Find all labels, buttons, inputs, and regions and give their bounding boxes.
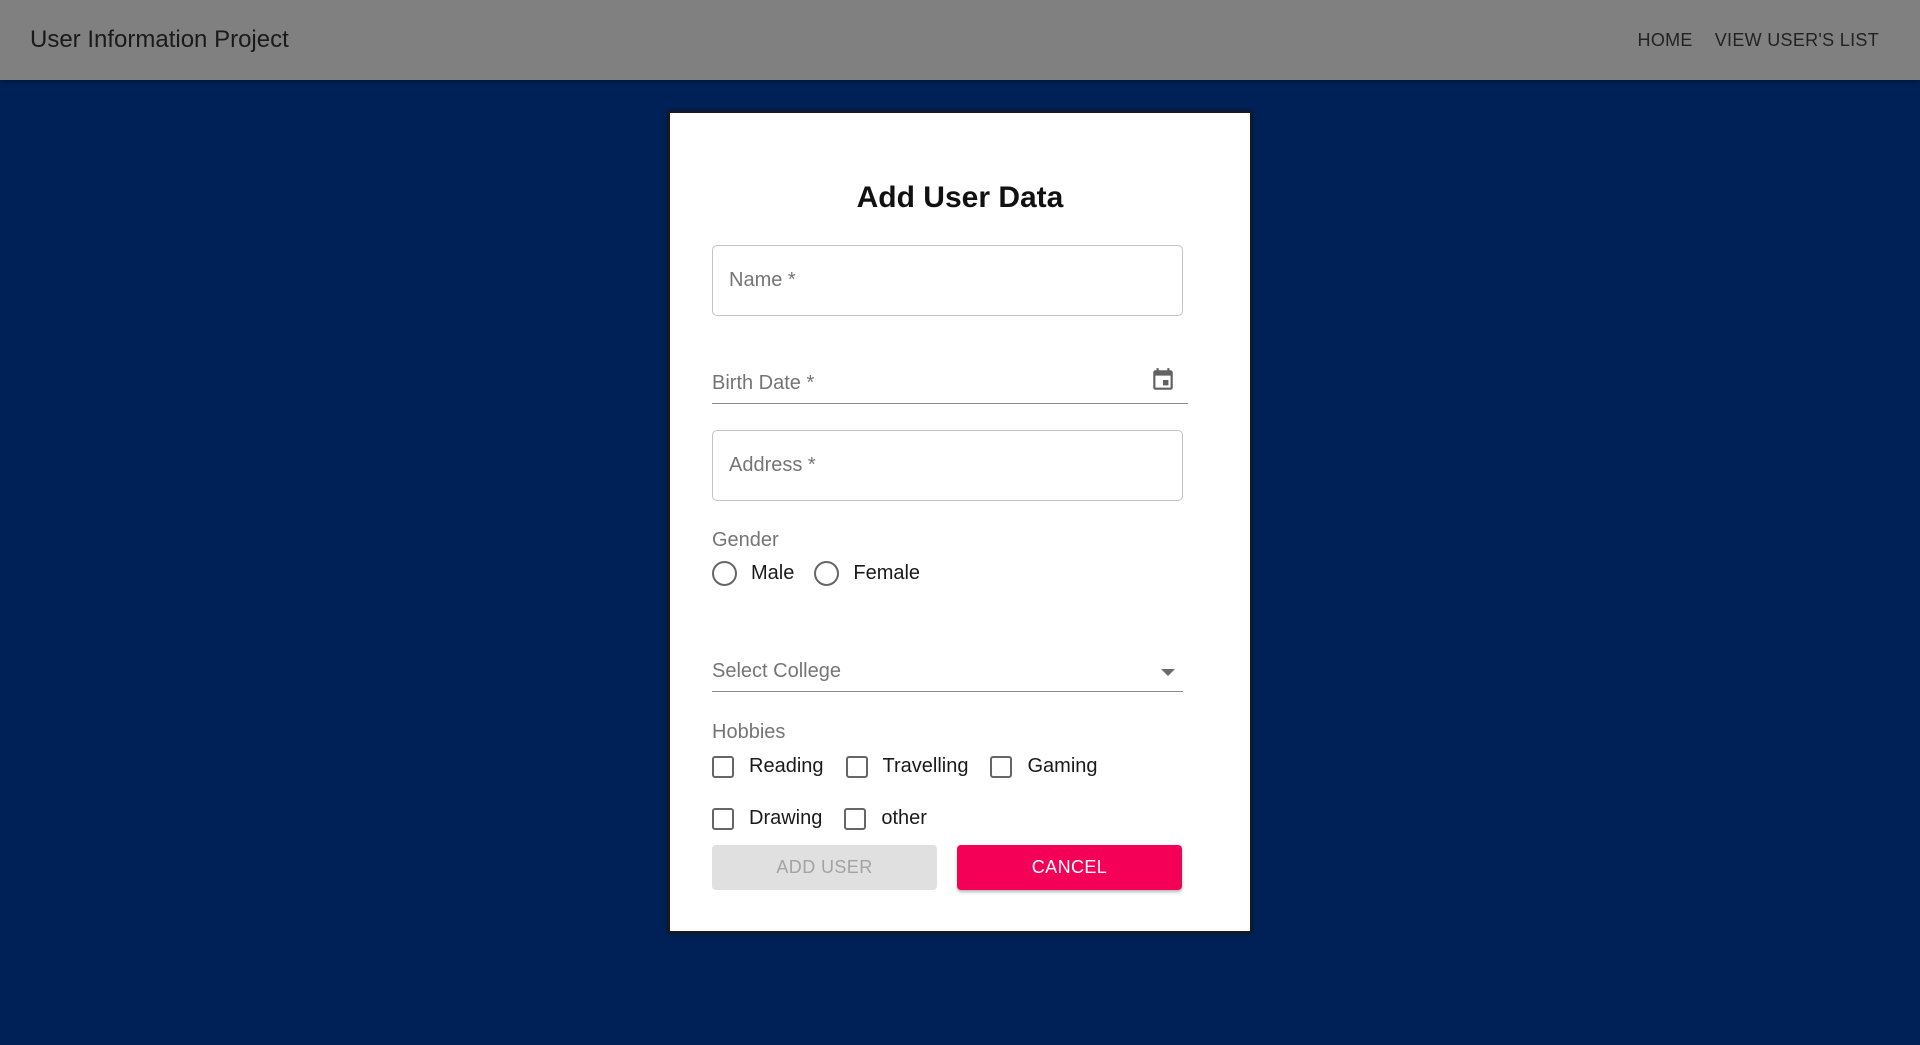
cancel-button[interactable]: CANCEL (957, 845, 1182, 890)
gender-option-female[interactable]: Female (814, 561, 920, 586)
female-label: Female (853, 562, 921, 584)
app-bar: User Information Project HOME VIEW USER'… (0, 0, 1920, 80)
other-checkbox[interactable] (844, 807, 867, 830)
male-label: Male (751, 562, 795, 584)
college-select[interactable]: Select College (712, 652, 1183, 692)
hobbies-label: Hobbies (712, 721, 786, 743)
nav-home[interactable]: HOME (1627, 22, 1704, 59)
app-title: User Information Project (30, 26, 289, 53)
nav-view-users-list[interactable]: VIEW USER'S LIST (1704, 22, 1890, 59)
reading-checkbox[interactable] (712, 755, 734, 778)
hobby-gaming[interactable]: Gaming (990, 755, 1098, 778)
hobby-other[interactable]: other (844, 807, 927, 830)
male-radio[interactable] (712, 561, 737, 586)
hobbies-row-2: Drawing other (712, 807, 947, 830)
address-field-label: Address * (729, 454, 816, 476)
add-user-form-card: Add User Data Name * Birth Date * Addres… (668, 111, 1252, 933)
reading-label: Reading (749, 755, 824, 777)
gaming-checkbox[interactable] (990, 755, 1013, 778)
travelling-label: Travelling (882, 755, 969, 777)
gaming-label: Gaming (1027, 755, 1098, 777)
gender-option-male[interactable]: Male (712, 561, 794, 586)
college-select-placeholder: Select College (712, 660, 841, 682)
hobby-reading[interactable]: Reading (712, 755, 824, 778)
drawing-label: Drawing (749, 807, 823, 829)
hobby-drawing[interactable]: Drawing (712, 807, 822, 830)
other-label: other (881, 807, 927, 829)
address-field[interactable]: Address * (712, 430, 1183, 501)
female-radio[interactable] (814, 561, 840, 586)
hobbies-row-1: Reading Travelling Gaming (712, 755, 1118, 778)
add-user-button[interactable]: ADD USER (712, 845, 937, 890)
name-field[interactable]: Name * (712, 245, 1183, 316)
calendar-icon[interactable] (1150, 366, 1176, 394)
name-field-label: Name * (729, 269, 796, 291)
hobby-travelling[interactable]: Travelling (845, 755, 969, 778)
top-nav: HOME VIEW USER'S LIST (1627, 22, 1890, 59)
birth-date-field[interactable]: Birth Date * (712, 364, 1188, 404)
form-title: Add User Data (856, 181, 1064, 214)
gender-label: Gender (712, 529, 779, 551)
drawing-checkbox[interactable] (712, 807, 734, 830)
gender-options: Male Female (712, 561, 940, 586)
travelling-checkbox[interactable] (845, 755, 868, 778)
chevron-down-icon (1161, 669, 1175, 676)
birth-date-label: Birth Date * (712, 372, 815, 394)
